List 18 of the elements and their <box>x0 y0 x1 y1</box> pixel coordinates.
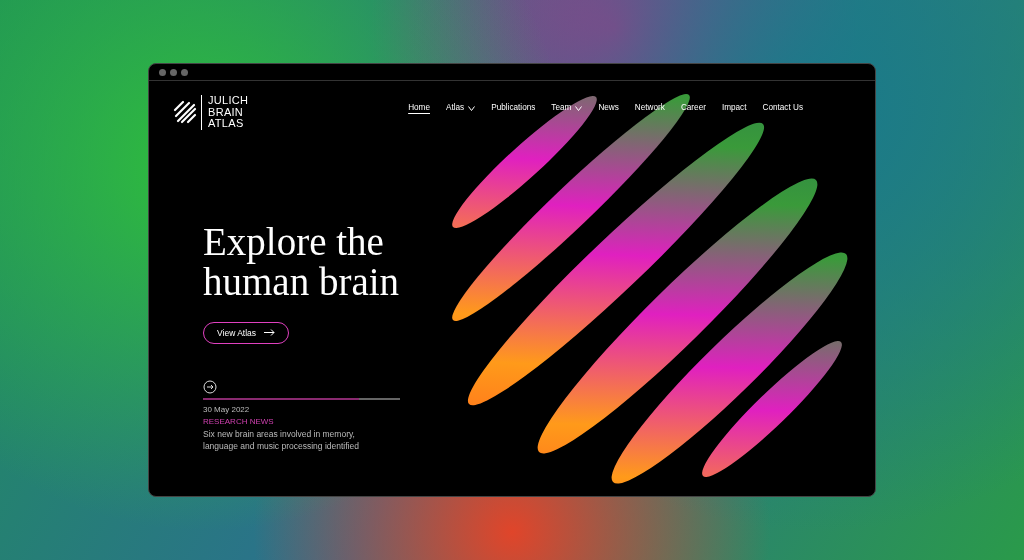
nav-link[interactable]: Publications <box>491 102 536 115</box>
logo-text: JULICH BRAIN ATLAS <box>201 95 249 130</box>
nav-link[interactable]: News <box>598 102 619 115</box>
window-dot-icon <box>170 68 177 76</box>
hero-heading: Explore the human brain <box>203 221 401 302</box>
arrow-circle-icon[interactable] <box>203 380 217 395</box>
news-headline: Six new brain areas involved in memory, language and music processing identified <box>203 428 360 453</box>
logo-icon <box>173 100 197 125</box>
news-date: 30 May 2022 <box>203 404 251 417</box>
nav-link[interactable]: Home <box>408 102 430 115</box>
arrow-right-icon <box>264 329 276 337</box>
nav-link[interactable]: Impact <box>721 102 747 115</box>
nav-link[interactable]: Atlas <box>446 102 476 115</box>
news-category: RESEARCH NEWS <box>203 416 275 429</box>
nav-link[interactable]: Contact Us <box>762 102 803 115</box>
window-dot-icon <box>159 68 166 76</box>
nav-link[interactable]: Team <box>551 102 583 115</box>
window-dot-icon <box>181 68 188 76</box>
